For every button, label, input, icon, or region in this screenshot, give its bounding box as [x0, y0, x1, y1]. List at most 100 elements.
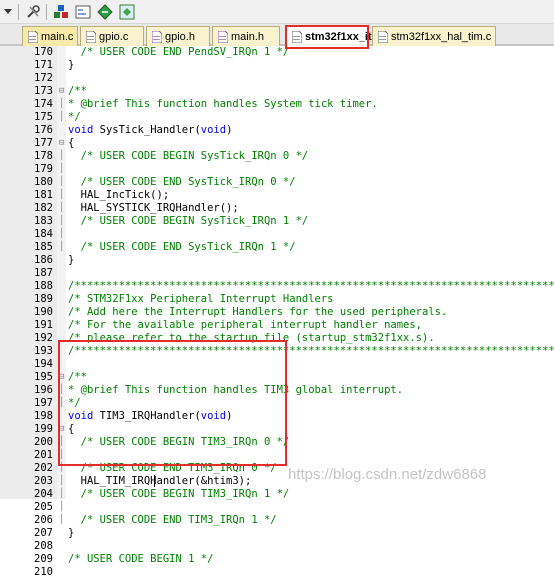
line-number: 202	[34, 462, 53, 474]
code-line[interactable]: /* USER CODE BEGIN SysTick_IRQn 1 */	[68, 215, 309, 228]
line-number: 191	[34, 319, 53, 331]
line-number: 196	[34, 384, 53, 396]
fold-line: │	[59, 190, 65, 200]
watermark: https://blog.csdn.net/zdw6868	[288, 466, 487, 483]
line-number: 192	[34, 332, 53, 344]
line-number: 208	[34, 540, 53, 552]
line-number: 182	[34, 202, 53, 214]
toolbar-dropdown-arrow-icon[interactable]	[2, 3, 14, 21]
code-line[interactable]: }	[68, 254, 74, 267]
fold-line: │	[59, 515, 65, 525]
extension-icon[interactable]	[118, 3, 136, 21]
tab-stm32f1xx-hal-tim-c[interactable]: stm32f1xx_hal_tim.c	[372, 26, 496, 46]
code-line[interactable]: /* USER CODE BEGIN SysTick_IRQn 0 */	[68, 150, 309, 163]
layout-icon[interactable]	[74, 3, 92, 21]
line-number: 172	[34, 72, 53, 84]
line-number: 184	[34, 228, 53, 240]
line-number: 198	[34, 410, 53, 422]
tab-gpio-h[interactable]: gpio.h	[146, 26, 210, 46]
tim3-handler-highlight-box	[58, 340, 287, 466]
h-file-icon	[151, 30, 163, 43]
manage-components-icon[interactable]	[52, 3, 70, 21]
line-number: 197	[34, 397, 53, 409]
toolbar-separator	[18, 4, 19, 20]
line-number: 199	[34, 423, 53, 435]
c-file-icon	[377, 30, 389, 43]
toolbar-separator	[46, 4, 47, 20]
fold-line: │	[59, 177, 65, 187]
line-number: 181	[34, 189, 53, 201]
code-line[interactable]: void SysTick_Handler(void)	[68, 124, 232, 137]
code-line[interactable]: * @brief This function handles System ti…	[68, 98, 378, 111]
tools-icon[interactable]	[24, 3, 42, 21]
line-number: 174	[34, 98, 53, 110]
c-file-icon	[27, 30, 39, 43]
line-number: 183	[34, 215, 53, 227]
fold-line: │	[59, 489, 65, 499]
line-number: 170	[34, 46, 53, 58]
tab-label: gpio.h	[165, 30, 195, 43]
line-number: 210	[34, 566, 53, 578]
code-line[interactable]: /* STM32F1xx Peripheral Interrupt Handle…	[68, 293, 554, 306]
tab-label: main.c	[41, 30, 74, 43]
line-number: 180	[34, 176, 53, 188]
line-number: 171	[34, 59, 53, 71]
fold-line: │	[59, 203, 65, 213]
code-line[interactable]: }	[68, 59, 74, 72]
code-line[interactable]: /***************************************…	[68, 280, 554, 293]
tab-label: main.h	[231, 30, 265, 43]
line-number: 205	[34, 501, 53, 513]
fold-line: │	[59, 164, 65, 174]
fold-line: │	[59, 216, 65, 226]
line-number: 178	[34, 150, 53, 162]
line-number: 186	[34, 254, 53, 266]
line-number: 185	[34, 241, 53, 253]
active-tab-highlight-box	[285, 25, 369, 49]
tab-main-h[interactable]: main.h	[212, 26, 280, 46]
code-line[interactable]: HAL_TIM_IRQHandler(&htim3);	[68, 475, 252, 488]
line-number: 195	[34, 371, 53, 383]
tab-main-c[interactable]: main.c	[22, 26, 78, 46]
code-line[interactable]: HAL_SYSTICK_IRQHandler();	[68, 202, 239, 215]
fold-line: │	[59, 229, 65, 239]
code-line[interactable]: /* USER CODE END SysTick_IRQn 0 */	[68, 176, 296, 189]
code-line[interactable]: /**	[68, 85, 87, 98]
code-line[interactable]: /* For the available peripheral interrup…	[68, 319, 554, 332]
line-number: 193	[34, 345, 53, 357]
line-number: 189	[34, 293, 53, 305]
line-number: 194	[34, 358, 53, 370]
code-line[interactable]: */	[68, 111, 81, 124]
tab-gpio-c[interactable]: gpio.c	[80, 26, 144, 46]
toolbar	[0, 0, 554, 24]
line-number: 187	[34, 267, 53, 279]
fold-line: │	[59, 476, 65, 486]
code-line[interactable]: /* USER CODE END TIM3_IRQn 1 */	[68, 514, 277, 527]
fold-toggle-icon[interactable]: ⊟	[59, 85, 66, 98]
line-number: 176	[34, 124, 53, 136]
line-number: 173	[34, 85, 53, 97]
code-line[interactable]: /* USER CODE END SysTick_IRQn 1 */	[68, 241, 296, 254]
code-line[interactable]: /* USER CODE BEGIN TIM3_IRQn 1 */	[68, 488, 290, 501]
code-line[interactable]: HAL_IncTick();	[68, 189, 170, 202]
tab-label: gpio.c	[99, 30, 129, 43]
code-line[interactable]: /* USER CODE BEGIN 1 */	[68, 553, 213, 566]
c-file-icon	[85, 30, 97, 43]
diamond-icon[interactable]	[96, 3, 114, 21]
code-line[interactable]: {	[68, 137, 74, 150]
tab-label: stm32f1xx_hal_tim.c	[391, 30, 492, 43]
line-number: 209	[34, 553, 53, 565]
fold-line: │	[59, 242, 65, 252]
code-line[interactable]: /* USER CODE END PendSV_IRQn 1 */	[68, 46, 290, 59]
line-number: 179	[34, 163, 53, 175]
file-tab-bar: main.c gpio.c gpio.h main.h stm32f1xx_it…	[0, 24, 554, 46]
line-number: 206	[34, 514, 53, 526]
fold-toggle-icon[interactable]: ⊟	[59, 137, 66, 150]
fold-line: │	[59, 112, 65, 122]
code-line[interactable]: /* Add here the Interrupt Handlers for t…	[68, 306, 554, 319]
fold-line: │	[59, 151, 65, 161]
line-number: 201	[34, 449, 53, 461]
text-cursor	[154, 475, 155, 487]
line-number: 207	[34, 527, 53, 539]
h-file-icon	[217, 30, 229, 43]
code-line[interactable]: }	[68, 527, 74, 540]
